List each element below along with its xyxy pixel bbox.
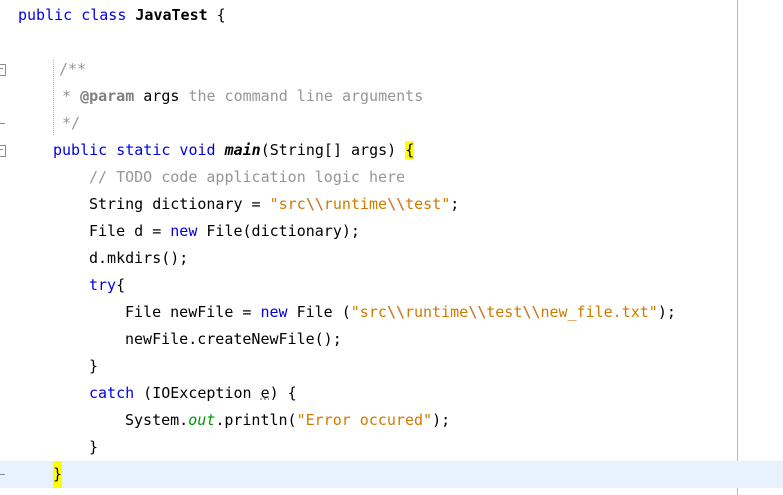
code-line[interactable]: d.mkdirs();	[0, 245, 783, 272]
code-text: */	[62, 114, 81, 132]
brace-match-highlight: }	[53, 461, 63, 488]
code-text: System.out.println("Error occured");	[125, 411, 451, 429]
current-code-line[interactable]: }	[0, 461, 783, 488]
code-line[interactable]: File newFile = new File ("src\\runtime\\…	[0, 299, 783, 326]
fold-toggle-icon[interactable]: −	[0, 64, 6, 76]
code-line[interactable]: // TODO code application logic here	[0, 164, 783, 191]
code-text: catch (IOException e) {	[89, 384, 297, 402]
fold-toggle-icon[interactable]: −	[0, 145, 6, 157]
code-line[interactable]: */	[0, 110, 783, 137]
code-text: File newFile = new File ("src\\runtime\\…	[125, 303, 676, 321]
code-line[interactable]: public class JavaTest {	[0, 2, 783, 29]
code-line[interactable]: String dictionary = "src\\runtime\\test"…	[0, 191, 783, 218]
code-line[interactable]: − public static void main(String[] args)…	[0, 137, 783, 164]
code-line[interactable]: catch (IOException e) {	[0, 380, 783, 407]
code-text: }	[89, 438, 99, 456]
code-line[interactable]: * @param args the command line arguments	[0, 83, 783, 110]
brace-match-highlight: {	[405, 141, 415, 159]
code-text: public static void main(String[] args) {	[53, 141, 415, 159]
fold-end-icon	[0, 123, 5, 124]
code-line[interactable]: newFile.createNewFile();	[0, 326, 783, 353]
code-line[interactable]: File d = new File(dictionary);	[0, 218, 783, 245]
code-text: }	[89, 357, 99, 375]
code-line[interactable]: System.out.println("Error occured");	[0, 407, 783, 434]
code-text: File d = new File(dictionary);	[89, 222, 360, 240]
code-text: // TODO code application logic here	[89, 168, 406, 186]
code-text: public class JavaTest {	[18, 6, 226, 24]
code-line[interactable]: − /**	[0, 56, 783, 83]
code-text: * @param args the command line arguments	[62, 87, 424, 105]
code-text: d.mkdirs();	[89, 249, 189, 267]
code-line[interactable]: }	[0, 353, 783, 380]
code-editor[interactable]: public class JavaTest { − /** * @param a…	[0, 0, 783, 495]
code-text: newFile.createNewFile();	[125, 330, 342, 348]
fold-end-icon	[0, 474, 5, 475]
code-text: /**	[59, 60, 87, 78]
code-text: try{	[89, 276, 126, 294]
code-line[interactable]: }	[0, 434, 783, 461]
code-text: String dictionary = "src\\runtime\\test"…	[89, 195, 460, 213]
code-line[interactable]: try{	[0, 272, 783, 299]
